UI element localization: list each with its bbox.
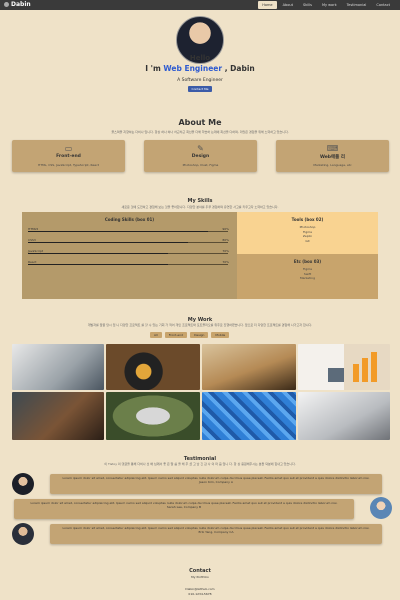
nav-item-testimonial[interactable]: Testimonial (343, 1, 371, 9)
about-description: 풀스택을 지향하는 다비나 입니다. 항상 하나 하나 차근차근 최선을 다해 … (111, 130, 289, 134)
nav-menu: Home About Skills My work Testimonial Co… (258, 1, 394, 9)
keyboard-icon: ⌨ (326, 144, 339, 153)
contact-me-button[interactable]: Contact Me (188, 86, 212, 92)
card-title: Web애플 리 (319, 155, 346, 160)
about-card-frontend: ▭ Front-end HTML, CSS, JavaScript, TypeS… (12, 140, 125, 172)
logo-icon (4, 2, 9, 7)
skill-bar (28, 264, 168, 265)
card-title: Front-end (56, 154, 81, 159)
hero-subtitle: A Software Engineer (177, 78, 223, 83)
brand-logo[interactable]: Dabin (4, 1, 31, 9)
skill-bar (28, 242, 188, 243)
testimonial-avatar-1 (12, 473, 34, 495)
testimonial-avatar-2 (370, 497, 392, 519)
skill-bar (28, 231, 208, 232)
headline-suffix: , Dabin (224, 64, 255, 73)
project-thumbnail-6[interactable] (106, 392, 200, 440)
project-thumbnail-8[interactable] (298, 392, 390, 440)
nav-item-about[interactable]: About (279, 1, 297, 9)
testimonial-card-3: Lorem ipsum dolor sit amet, consectetur … (50, 524, 382, 544)
testimonial-card-1: Lorem ipsum dolor sit amet, consectetur … (50, 474, 382, 494)
coding-skills-box: Coding Skills (box 01) HTML5 90% CSS3 80% … (22, 212, 237, 299)
testimonial-description: 이 Tistoy 의 댓글을 통해 다비나 선 배 님께서 좋 은 말 씀 을 … (104, 462, 296, 466)
testimonial-avatar-3 (12, 523, 34, 545)
monitor-icon: ▭ (64, 144, 73, 153)
work-description: 개발자를 꿈꿀 당시 입 니 다양한 프로젝트 를 할 수 있는 기회 가 적어… (87, 323, 313, 327)
about-card-design: ✎ Design Photoshop, Illust, Figma (144, 140, 257, 172)
testimonial-author: Sarah Lee, Company B (166, 505, 202, 509)
nav-item-skills[interactable]: Skills (299, 1, 316, 9)
testimonial-author: Jason Kim, Company A (199, 480, 233, 484)
project-thumbnail-3[interactable] (202, 344, 296, 390)
contact-subtitle: My Portfolio (191, 575, 209, 579)
hero-headline: I 'm Web Engineer , Dabin (0, 64, 400, 73)
pen-icon: ✎ (197, 144, 204, 153)
contact-email[interactable]: Dabin@Github.com (0, 587, 400, 591)
project-thumbnail-7[interactable] (202, 392, 296, 440)
project-thumbnail-4[interactable] (298, 344, 390, 390)
brand-name: Dabin (11, 1, 31, 8)
nav-item-my-work[interactable]: My work (318, 1, 341, 9)
about-card-web: ⌨ Web애플 리 Marketing, Language, etc (276, 140, 389, 172)
skills-title: My Skills (187, 198, 213, 204)
testimonial-author: Erik Yang, Company CA (198, 530, 234, 534)
etc-title: Etc (box 03) (293, 259, 322, 264)
skill-row: JavaScript 70% (28, 249, 233, 254)
chart-illustration-icon (328, 352, 377, 382)
filter-all-button[interactable]: All (150, 332, 162, 338)
filter-design-button[interactable]: Design (190, 332, 209, 338)
filter-frontend-button[interactable]: Front-end (164, 332, 188, 338)
testimonial-card-2: Lorem ipsum dolor sit amet, consectetur … (14, 499, 354, 519)
nav-item-home[interactable]: Home (258, 1, 277, 9)
headline-role: Web Engineer (163, 64, 223, 73)
skill-bar (28, 253, 168, 254)
tools-title: Tools (box 02) (291, 217, 324, 222)
work-filters: All Front-end Design Mobile (150, 332, 230, 338)
tool-item: Git (305, 238, 310, 243)
skill-row: CSS3 80% (28, 238, 233, 243)
skill-row: HTML5 90% (28, 227, 233, 232)
project-thumbnail-1[interactable] (12, 344, 104, 390)
contact-phone: 010-1234-5678 (188, 592, 212, 596)
project-thumbnail-5[interactable] (12, 392, 104, 440)
about-title: About Me (178, 118, 222, 127)
card-desc: HTML, CSS, JavaScript, TypeScript, React (38, 163, 99, 167)
skills-description: 새로운 것에 도전하고 경험해 보는 것을 좋아합니다. 다양한 분야를 두루 … (121, 205, 279, 209)
skill-row: React 70% (28, 260, 233, 265)
coding-skills-title: Coding Skills (box 01) (104, 217, 155, 222)
tools-box: Tools (box 02) Photoshop Figma Zeplin Gi… (237, 212, 378, 254)
card-desc: Photoshop, Illust, Figma (182, 163, 219, 167)
filter-mobile-button[interactable]: Mobile (211, 332, 230, 338)
project-thumbnail-2[interactable] (106, 344, 200, 390)
etc-box: Etc (box 03) Figma Swift Marketing (237, 254, 378, 299)
headline-prefix: I 'm (145, 64, 161, 73)
contact-title: Contact (189, 568, 211, 574)
etc-item: Marketing (300, 276, 315, 281)
nav-item-contact[interactable]: Contact (372, 1, 394, 9)
card-desc: Marketing, Language, etc (313, 163, 352, 167)
card-title: Design (191, 154, 210, 159)
hero-hello: Hello (189, 54, 211, 62)
